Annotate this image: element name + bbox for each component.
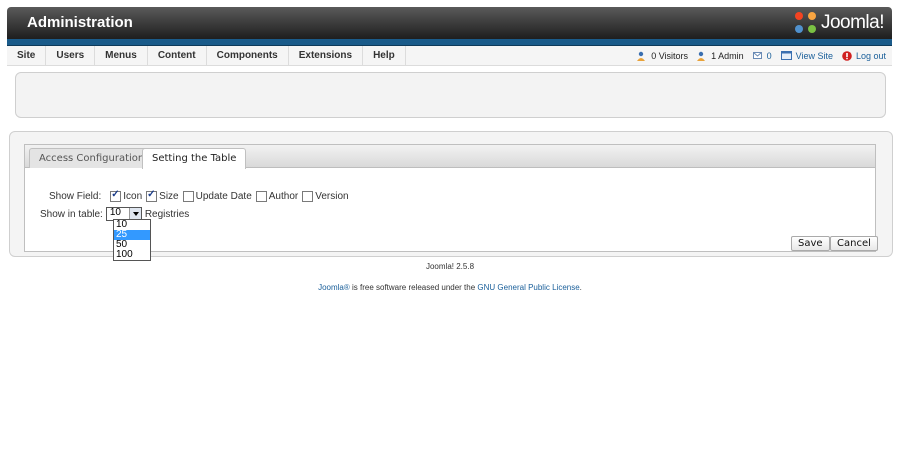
license-period: . <box>579 283 582 292</box>
joomla-logo: Joomla! <box>794 11 885 35</box>
icon-checkbox-label: Icon <box>123 191 143 202</box>
accent-bar <box>7 39 892 46</box>
show-field-row: Show Field: Icon Size Update Date Author… <box>49 189 349 202</box>
size-checkbox-label: Size <box>159 191 179 202</box>
message-area <box>15 72 886 118</box>
menu-item-menus[interactable]: Menus <box>95 46 148 65</box>
save-button[interactable]: Save <box>791 236 830 251</box>
version-checkbox[interactable] <box>302 191 314 202</box>
update-date-checkbox[interactable] <box>182 191 194 202</box>
cancel-button[interactable]: Cancel <box>830 236 878 251</box>
view-site-link[interactable]: View Site <box>796 51 833 61</box>
menu-item-components[interactable]: Components <box>207 46 289 65</box>
select-value: 10 <box>109 207 121 218</box>
messages-icon <box>752 52 762 59</box>
show-in-table-label: Show in table: <box>40 208 103 220</box>
logout-link[interactable]: Log out <box>856 51 886 61</box>
registries-label: Registries <box>144 208 190 220</box>
joomla-link[interactable]: Joomla® <box>318 283 350 292</box>
view-site-icon <box>780 51 792 60</box>
tab-strip: Access Configuration Setting the Table <box>25 145 875 169</box>
icon-checkbox[interactable] <box>110 189 122 202</box>
size-checkbox[interactable] <box>146 189 158 202</box>
joomla-logo-icon <box>794 12 817 34</box>
menu-bar: Site Users Menus Content Components Exte… <box>7 46 892 66</box>
author-checkbox-label: Author <box>268 191 299 202</box>
visitors-icon <box>637 51 646 61</box>
menu-item-site[interactable]: Site <box>7 46 47 65</box>
admin-icon <box>697 51 706 61</box>
menu-item-content[interactable]: Content <box>148 46 207 65</box>
admin-count: 1 Admin <box>711 50 744 61</box>
logo-text: Joomla! <box>820 12 885 33</box>
admin-header: Administration Joomla! <box>7 7 892 39</box>
option-100[interactable]: 100 <box>114 250 150 260</box>
author-checkbox[interactable] <box>255 191 267 202</box>
messages-status[interactable]: 0 <box>752 51 772 61</box>
logout-status[interactable]: Log out <box>842 51 886 61</box>
admin-status: 1 Admin <box>697 51 744 61</box>
gpl-link[interactable]: GNU General Public License <box>477 283 579 292</box>
page-title: Administration <box>27 14 133 31</box>
view-site-status[interactable]: View Site <box>780 51 833 61</box>
menu-item-users[interactable]: Users <box>46 46 96 65</box>
visitors-count: 0 Visitors <box>651 50 689 61</box>
logout-icon <box>842 50 852 61</box>
status-bar: 0 Visitors 1 Admin 0 View Site Log out <box>628 46 886 65</box>
show-field-label: Show Field: <box>49 191 102 202</box>
update-date-checkbox-label: Update Date <box>195 191 252 202</box>
license-line: Joomla® is free software released under … <box>0 283 900 292</box>
visitors-status: 0 Visitors <box>637 51 688 61</box>
menu-item-help[interactable]: Help <box>363 46 406 65</box>
messages-count[interactable]: 0 <box>767 51 772 61</box>
tab-setting-the-table[interactable]: Setting the Table <box>142 148 247 169</box>
rows-per-page-dropdown: 10 25 50 100 <box>113 219 151 261</box>
tab-access-configuration[interactable]: Access Configuration <box>29 148 155 168</box>
content-panel: Access Configuration Setting the Table S… <box>9 131 893 261</box>
version-checkbox-label: Version <box>315 191 349 202</box>
menu-item-extensions[interactable]: Extensions <box>289 46 364 65</box>
main-menu: Site Users Menus Content Components Exte… <box>7 46 406 65</box>
version-text: Joomla! 2.5.8 <box>425 262 475 271</box>
tab-container: Access Configuration Setting the Table S… <box>24 144 878 261</box>
license-text: is free software released under the <box>349 283 478 292</box>
